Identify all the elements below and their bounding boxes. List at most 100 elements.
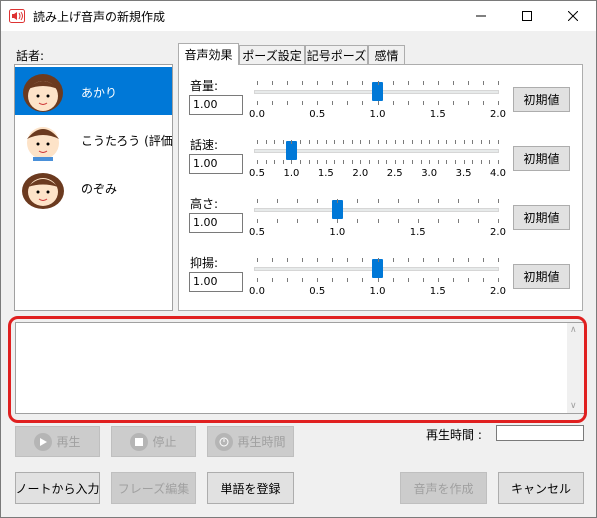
slider-tick bbox=[287, 278, 289, 282]
slider-tick bbox=[437, 101, 439, 105]
speaker-name: こうたろう (評価版) bbox=[81, 134, 173, 148]
slider-tick bbox=[407, 81, 409, 85]
slider-tick bbox=[397, 219, 399, 223]
slider-tick bbox=[317, 81, 319, 85]
speed-reset-button[interactable]: 初期値 bbox=[513, 146, 570, 171]
slider-tick bbox=[429, 140, 431, 144]
tab-voice-effect[interactable]: 音声効果 bbox=[178, 43, 239, 65]
slider-tick bbox=[272, 278, 274, 282]
slider-tick bbox=[325, 160, 327, 164]
kotaro-avatar-icon bbox=[27, 127, 59, 161]
akari-avatar-icon bbox=[23, 74, 63, 112]
slider-tick bbox=[362, 278, 364, 282]
slider-tick bbox=[300, 160, 302, 164]
volume-reset-button[interactable]: 初期値 bbox=[513, 87, 570, 112]
tab-symbol-pause[interactable]: 記号ポーズ bbox=[305, 45, 368, 64]
slider-tick bbox=[287, 81, 289, 85]
play-button[interactable]: 再生 bbox=[15, 426, 100, 457]
pitch-slider-track[interactable] bbox=[254, 208, 499, 212]
window-title: 読み上げ音声の新規作成 bbox=[33, 10, 166, 24]
slider-tick bbox=[308, 140, 310, 144]
scroll-up-icon[interactable]: ∧ bbox=[570, 325, 577, 335]
intonation-input[interactable]: 1.00 bbox=[189, 272, 243, 292]
slider-tick bbox=[347, 101, 349, 105]
slider-tick bbox=[360, 140, 362, 144]
phrase-edit-button[interactable]: フレーズ編集 bbox=[111, 472, 196, 504]
slider-tick bbox=[274, 140, 276, 144]
speaker-item-akari[interactable]: あかり bbox=[15, 67, 172, 115]
slider-tick bbox=[257, 140, 258, 144]
scroll-down-icon[interactable]: ∨ bbox=[570, 401, 577, 411]
speaker-list[interactable]: あかり こうたろう (評価版) のぞみ bbox=[14, 64, 173, 311]
slider-tick bbox=[332, 81, 334, 85]
slider-tick bbox=[332, 101, 334, 105]
speaker-app-icon bbox=[9, 9, 25, 23]
slider-tick bbox=[392, 258, 394, 262]
stop-icon bbox=[130, 432, 149, 451]
tab-emotion[interactable]: 感情 bbox=[368, 45, 405, 64]
slider-tick bbox=[477, 199, 479, 203]
slider-tick bbox=[332, 278, 334, 282]
slider-tick bbox=[457, 219, 459, 223]
slider-tick bbox=[377, 258, 379, 262]
slider-tick bbox=[277, 219, 279, 223]
tab-pause-settings[interactable]: ポーズ設定 bbox=[239, 45, 305, 64]
slider-tick bbox=[317, 140, 319, 144]
slider-tick bbox=[422, 81, 424, 85]
slider-tick bbox=[397, 199, 399, 203]
slider-tick bbox=[482, 101, 484, 105]
slider-tick bbox=[437, 199, 439, 203]
text-input-area[interactable]: ∧ ∨ bbox=[15, 322, 585, 414]
minimize-button[interactable] bbox=[458, 1, 504, 31]
slider-tick bbox=[467, 101, 469, 105]
vertical-scrollbar[interactable]: ∧ ∨ bbox=[567, 323, 584, 413]
speaker-name: あかり bbox=[81, 86, 118, 100]
slider-tick bbox=[362, 101, 364, 105]
slider-tick bbox=[498, 140, 499, 144]
slider-tick-label: 1.0 bbox=[369, 286, 386, 297]
playtime-button[interactable]: 再生時間 bbox=[207, 426, 294, 457]
slider-tick bbox=[498, 81, 499, 85]
slider-tick bbox=[454, 140, 456, 144]
speaker-item-nozomi[interactable]: のぞみ bbox=[15, 163, 172, 211]
slider-tick-label: 1.5 bbox=[317, 168, 334, 179]
volume-label: 音量: bbox=[190, 79, 219, 93]
volume-input[interactable]: 1.00 bbox=[189, 95, 243, 115]
close-button[interactable] bbox=[550, 1, 596, 31]
slider-tick bbox=[257, 258, 258, 262]
slider-tick bbox=[463, 140, 465, 144]
slider-tick bbox=[362, 81, 364, 85]
slider-tick-label: 1.0 bbox=[283, 168, 300, 179]
slider-tick-label: 4.0 bbox=[490, 168, 506, 179]
speed-input[interactable]: 1.00 bbox=[189, 154, 243, 174]
slider-tick bbox=[265, 140, 267, 144]
pitch-reset-button[interactable]: 初期値 bbox=[513, 205, 570, 230]
slider-tick-label: 0.0 bbox=[249, 109, 265, 120]
slider-tick bbox=[291, 160, 293, 164]
slider-tick bbox=[302, 278, 304, 282]
from-note-button[interactable]: ノートから入力 bbox=[15, 472, 100, 504]
slider-tick bbox=[437, 278, 439, 282]
slider-tick bbox=[347, 81, 349, 85]
play-label: 再生 bbox=[56, 435, 81, 449]
slider-tick bbox=[394, 140, 396, 144]
cancel-button[interactable]: キャンセル bbox=[498, 472, 584, 504]
maximize-icon bbox=[522, 11, 532, 21]
slider-tick bbox=[317, 160, 319, 164]
maximize-button[interactable] bbox=[504, 1, 550, 31]
slider-tick-label: 3.0 bbox=[421, 168, 438, 179]
create-audio-button[interactable]: 音声を作成 bbox=[400, 472, 487, 504]
slider-tick bbox=[343, 160, 345, 164]
stop-button[interactable]: 停止 bbox=[111, 426, 196, 457]
slider-tick bbox=[472, 140, 474, 144]
slider-tick bbox=[334, 160, 336, 164]
speaker-item-kotaro[interactable]: こうたろう (評価版) bbox=[15, 115, 172, 163]
slider-tick bbox=[498, 278, 499, 282]
pitch-input[interactable]: 1.00 bbox=[189, 213, 243, 233]
slider-tick-label: 2.0 bbox=[490, 227, 506, 238]
intonation-reset-button[interactable]: 初期値 bbox=[513, 264, 570, 289]
slider-tick bbox=[403, 160, 405, 164]
register-word-button[interactable]: 単語を登録 bbox=[207, 472, 294, 504]
slider-tick bbox=[403, 140, 405, 144]
slider-tick bbox=[480, 140, 482, 144]
